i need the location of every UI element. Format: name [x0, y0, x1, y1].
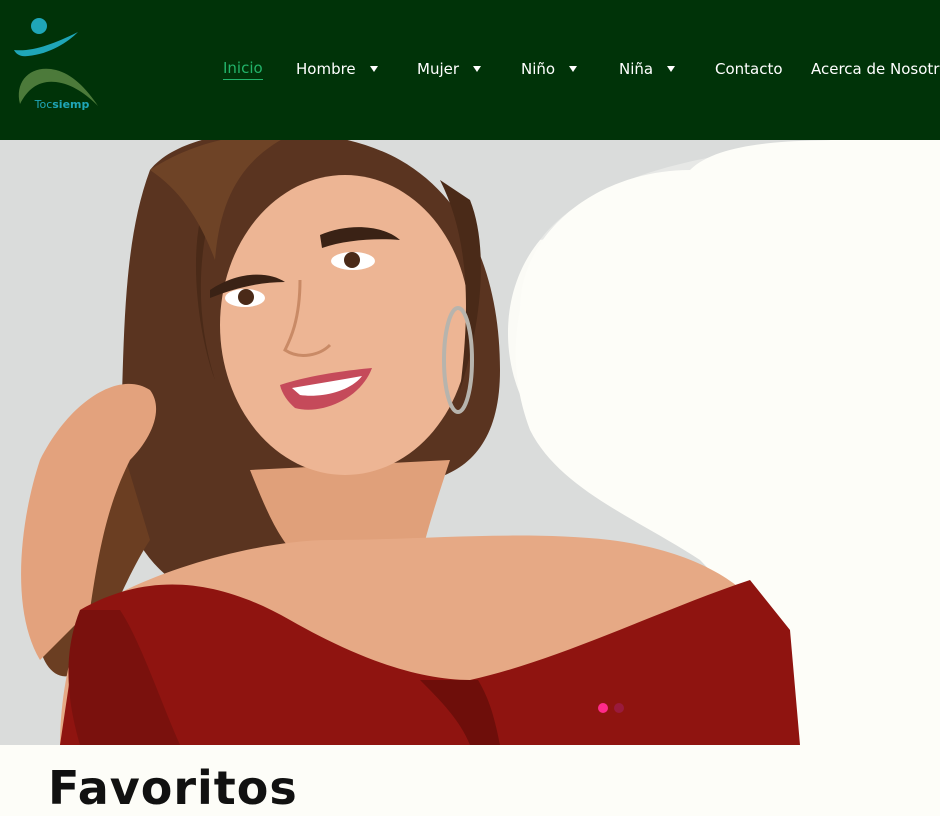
site-logo[interactable]: Tocsiemp: [10, 14, 102, 116]
nav-label: Contacto: [715, 60, 783, 78]
caret-down-icon[interactable]: [473, 66, 482, 72]
main-nav: Inicio Hombre Mujer Niño Niña Contacto A…: [223, 0, 940, 140]
logo-wordmark: Tocsiemp: [22, 98, 102, 111]
nav-item-nino[interactable]: Niño: [521, 57, 578, 81]
slider-dot-2[interactable]: [614, 703, 624, 713]
caret-down-icon[interactable]: [369, 66, 378, 72]
slider-dot-1[interactable]: [598, 703, 608, 713]
logo-word-1: Toc: [34, 98, 53, 111]
nav-item-contacto[interactable]: Contacto: [715, 57, 783, 81]
nav-label: Acerca de Nosotros: [811, 60, 940, 78]
nav-item-hombre[interactable]: Hombre: [296, 57, 378, 81]
favorites-title: Favoritos: [48, 761, 298, 815]
nav-item-acerca[interactable]: Acerca de Nosotros: [811, 57, 940, 81]
nav-label: Mujer: [417, 60, 460, 78]
nav-item-mujer[interactable]: Mujer: [417, 57, 482, 81]
nav-item-inicio[interactable]: Inicio: [223, 57, 263, 81]
nav-label: Niño: [521, 60, 556, 78]
nav-item-nina[interactable]: Niña: [619, 57, 676, 81]
hero-image: [0, 140, 940, 745]
nav-label: Niña: [619, 60, 654, 78]
nav-label: Hombre: [296, 60, 356, 78]
caret-down-icon[interactable]: [569, 66, 578, 72]
logo-word-2: siemp: [52, 98, 90, 111]
nav-label: Inicio: [223, 58, 263, 80]
site-header: Tocsiemp Inicio Hombre Mujer Niño Niña C…: [0, 0, 940, 140]
slider-dots: [598, 703, 624, 713]
hero-slider[interactable]: [0, 140, 940, 745]
caret-down-icon[interactable]: [667, 66, 676, 72]
